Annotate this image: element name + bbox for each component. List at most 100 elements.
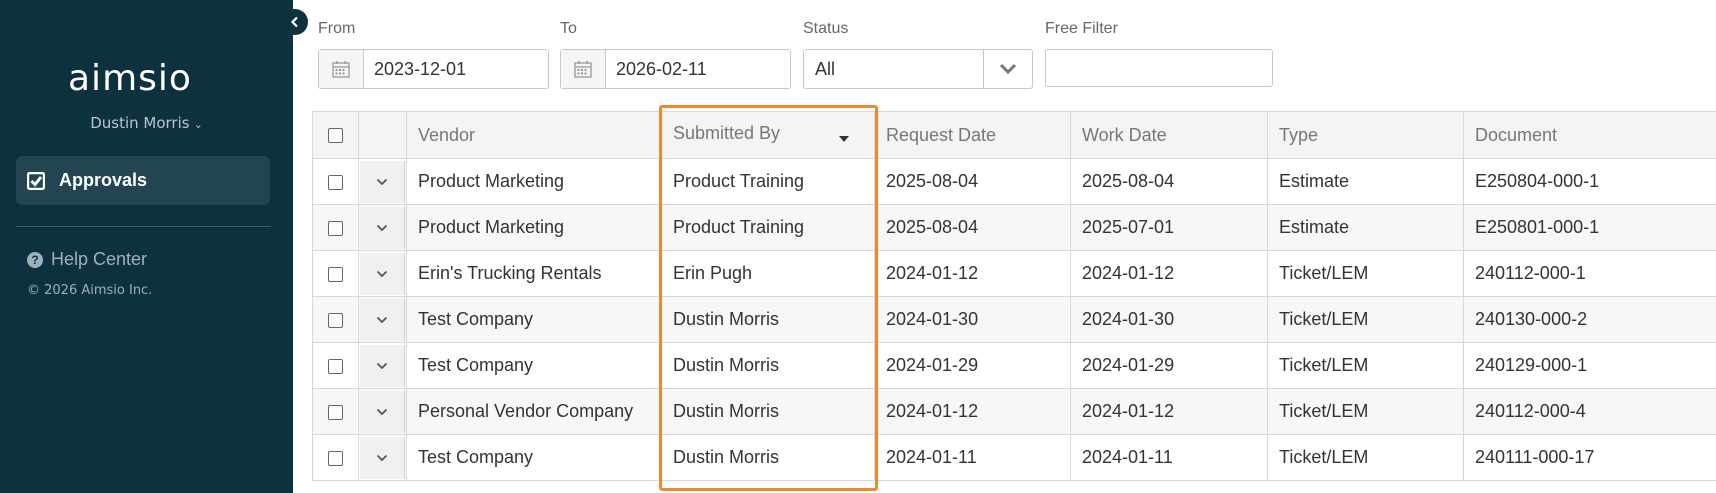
from-date-field[interactable]: 2023-12-01: [318, 49, 549, 89]
cell-type: Ticket/LEM: [1267, 434, 1464, 481]
cell-document: 240111-000-17: [1463, 434, 1716, 481]
row-checkbox[interactable]: [328, 358, 343, 374]
cell-document: 240112-000-4: [1463, 388, 1716, 435]
column-header-request-date[interactable]: Request Date: [874, 111, 1071, 159]
cell-type: Ticket/LEM: [1267, 388, 1464, 435]
row-checkbox[interactable]: [328, 450, 343, 466]
expand-header-cell: [358, 111, 407, 159]
to-date-value: 2026-02-11: [616, 58, 707, 79]
collapse-sidebar-button[interactable]: [282, 9, 308, 35]
cell-work-date: 2024-01-12: [1070, 250, 1268, 297]
cell-submitted-by: Dustin Morris: [661, 296, 875, 343]
cell-document: E250804-000-1: [1463, 158, 1716, 205]
column-header-submitted-by[interactable]: Submitted By: [661, 111, 875, 159]
column-header-label: Submitted By: [673, 122, 781, 143]
cell-vendor: Test Company: [406, 434, 662, 481]
sidebar: aimsio Dustin Morris ⌄ Approvals ? Help C…: [0, 0, 293, 493]
help-center-link[interactable]: ? Help Center: [27, 249, 147, 270]
row-select-cell: [312, 296, 359, 343]
chevron-left-icon: [290, 16, 298, 28]
table-row[interactable]: Product Marketing Product Training 2025-08…: [312, 204, 1716, 251]
row-expand-button[interactable]: [360, 252, 405, 295]
free-filter-input[interactable]: [1045, 49, 1273, 87]
column-header-vendor[interactable]: Vendor: [406, 111, 662, 159]
cell-document: 240130-000-2: [1463, 296, 1716, 343]
row-select-cell: [312, 158, 359, 205]
row-select-cell: [312, 388, 359, 435]
cell-submitted-by: Dustin Morris: [661, 388, 875, 435]
cell-vendor: Test Company: [406, 296, 662, 343]
row-expand-button[interactable]: [360, 436, 405, 479]
chevron-down-icon: [376, 224, 388, 231]
cell-vendor: Product Marketing: [406, 158, 662, 205]
cell-request-date: 2024-01-12: [874, 388, 1071, 435]
chevron-down-icon: [376, 362, 388, 369]
cell-submitted-by: Dustin Morris: [661, 342, 875, 389]
from-date-value: 2023-12-01: [374, 58, 467, 79]
cell-submitted-by: Product Training: [661, 204, 875, 251]
cell-document: 240112-000-1: [1463, 250, 1716, 297]
user-name: Dustin Morris: [90, 114, 190, 132]
sidebar-divider: [16, 226, 271, 227]
cell-submitted-by: Product Training: [661, 158, 875, 205]
select-all-checkbox[interactable]: [328, 128, 343, 144]
calendar-icon[interactable]: [561, 50, 606, 88]
status-select[interactable]: All: [803, 49, 1033, 89]
row-checkbox[interactable]: [328, 266, 343, 282]
table-row[interactable]: Personal Vendor Company Dustin Morris 2024…: [312, 388, 1716, 435]
column-header-type[interactable]: Type: [1267, 111, 1464, 159]
row-expand-button[interactable]: [360, 206, 405, 249]
row-checkbox[interactable]: [328, 220, 343, 236]
row-checkbox[interactable]: [328, 404, 343, 420]
help-center-label: Help Center: [51, 249, 148, 269]
row-expand-button[interactable]: [360, 344, 405, 387]
row-checkbox[interactable]: [328, 174, 343, 190]
cell-type: Ticket/LEM: [1267, 342, 1464, 389]
sort-desc-icon[interactable]: [838, 127, 850, 148]
cell-work-date: 2025-08-04: [1070, 158, 1268, 205]
cell-request-date: 2025-08-04: [874, 158, 1071, 205]
cell-request-date: 2024-01-12: [874, 250, 1071, 297]
cell-vendor: Personal Vendor Company: [406, 388, 662, 435]
chevron-down-icon: ⌄: [193, 118, 203, 131]
column-header-work-date[interactable]: Work Date: [1070, 111, 1268, 159]
cell-work-date: 2024-01-30: [1070, 296, 1268, 343]
status-label: Status: [803, 20, 849, 37]
logo-text: aimsio: [68, 58, 192, 99]
copyright: © 2026 Aimsio Inc.: [27, 283, 153, 298]
row-expand-button[interactable]: [360, 160, 405, 203]
table-row[interactable]: Test Company Dustin Morris 2024-01-30 2024-…: [312, 296, 1716, 343]
column-header-document[interactable]: Document: [1463, 111, 1716, 159]
free-filter-label: Free Filter: [1045, 20, 1118, 37]
table-row[interactable]: Product Marketing Product Training 2025-08…: [312, 158, 1716, 205]
cell-submitted-by: Dustin Morris: [661, 434, 875, 481]
table-row[interactable]: Test Company Dustin Morris 2024-01-29 2024-…: [312, 342, 1716, 389]
select-all-cell: [312, 111, 359, 159]
table-row[interactable]: Test Company Dustin Morris 2024-01-11 2024-…: [312, 434, 1716, 481]
to-date-field[interactable]: 2026-02-11: [560, 49, 791, 89]
question-icon: ?: [27, 251, 43, 268]
row-select-cell: [312, 434, 359, 481]
cell-type: Estimate: [1267, 158, 1464, 205]
row-expand-cell: [358, 342, 407, 389]
row-checkbox[interactable]: [328, 312, 343, 328]
user-menu[interactable]: Dustin Morris ⌄: [0, 114, 293, 132]
chevron-down-icon[interactable]: [983, 50, 1032, 88]
cell-work-date: 2024-01-11: [1070, 434, 1268, 481]
calendar-icon[interactable]: [319, 50, 364, 88]
table-row[interactable]: Erin's Trucking Rentals Erin Pugh 2024-01-…: [312, 250, 1716, 297]
row-expand-button[interactable]: [360, 298, 405, 341]
cell-vendor: Test Company: [406, 342, 662, 389]
cell-request-date: 2024-01-29: [874, 342, 1071, 389]
cell-type: Ticket/LEM: [1267, 250, 1464, 297]
cell-request-date: 2025-08-04: [874, 204, 1071, 251]
status-value: All: [815, 58, 836, 79]
chevron-down-icon: [376, 454, 388, 461]
row-expand-button[interactable]: [360, 390, 405, 433]
cell-request-date: 2024-01-11: [874, 434, 1071, 481]
cell-work-date: 2025-07-01: [1070, 204, 1268, 251]
cell-type: Ticket/LEM: [1267, 296, 1464, 343]
cell-submitted-by: Erin Pugh: [661, 250, 875, 297]
nav-item-approvals[interactable]: Approvals: [16, 156, 270, 205]
row-select-cell: [312, 250, 359, 297]
